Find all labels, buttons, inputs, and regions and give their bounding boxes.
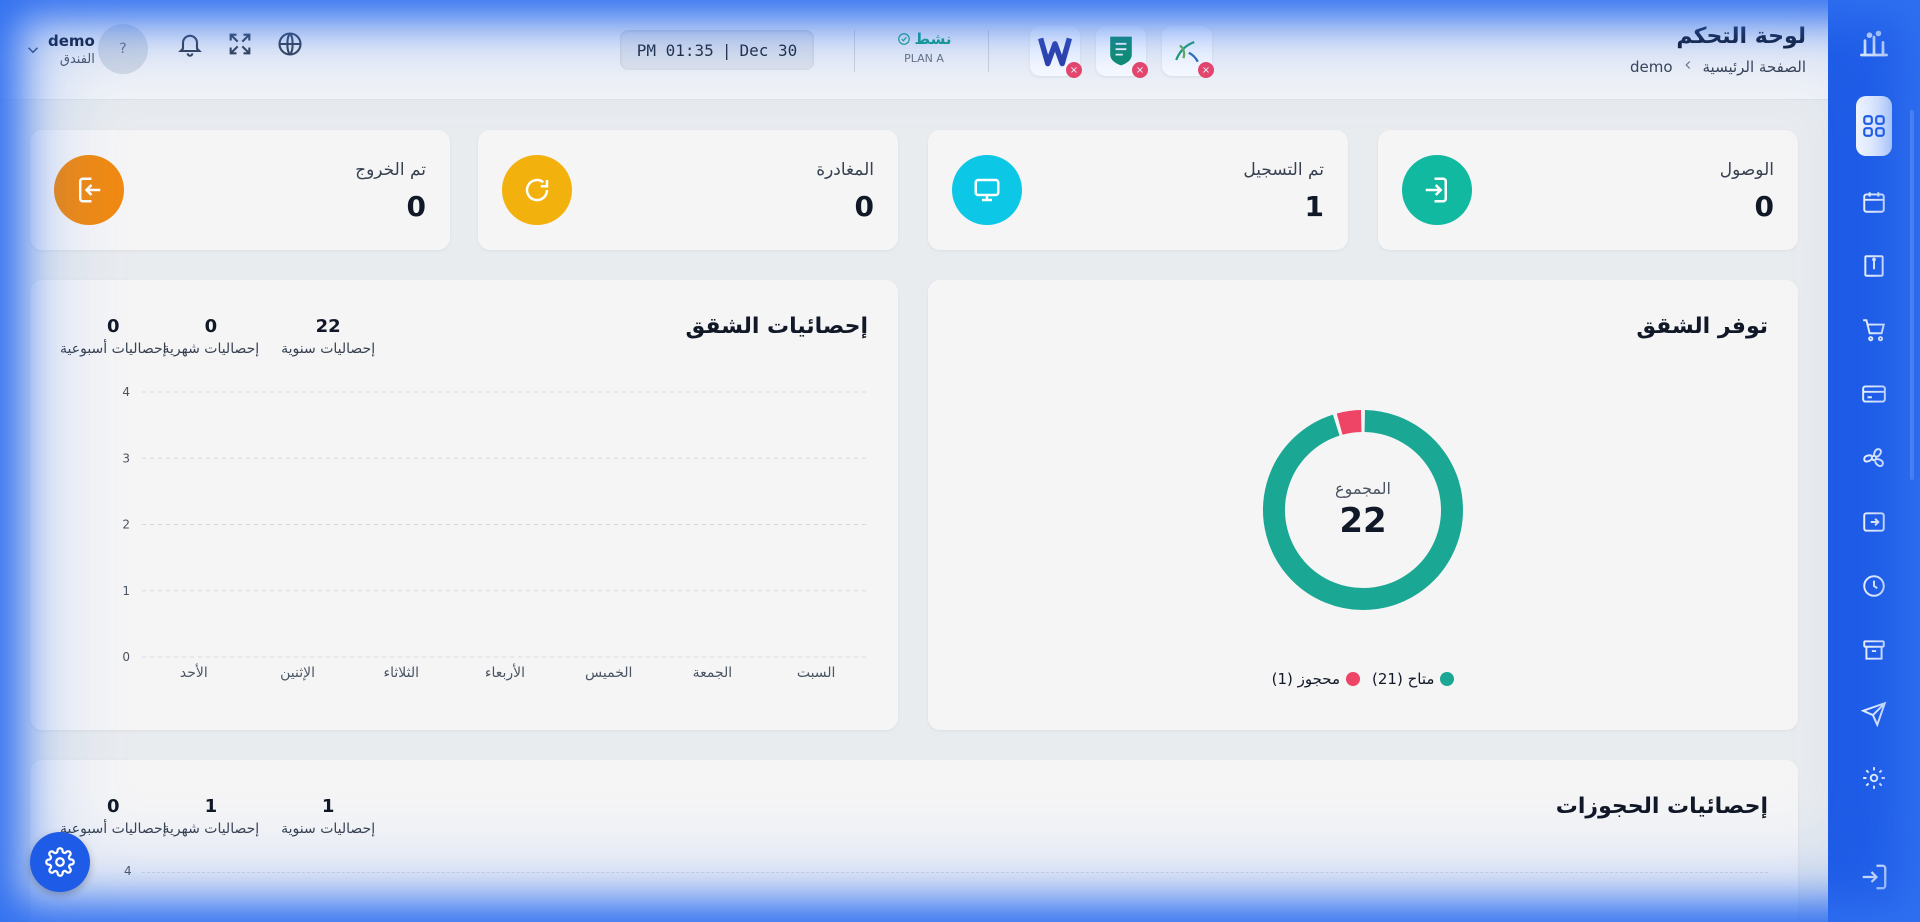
fullscreen-button[interactable] [226,30,254,58]
enter-screen-icon [1863,512,1885,532]
notifications-button[interactable] [176,30,204,58]
booking-mini-stats: 0 إحصاليات أسبوعية 1 إحصاليات شهرية 1 إح… [60,796,375,837]
legend-item-booked[interactable]: محجوز (1) [1272,670,1361,688]
send-icon [1861,701,1887,727]
y-tick-label: 4 [122,385,130,399]
plan-status: نشط PLAN A [895,30,953,65]
expand-icon [229,33,251,55]
sidebar-item-archive[interactable] [1856,632,1892,668]
app-icon-arabic[interactable]: × [1162,26,1214,78]
clock-display: PM 01:35 | Dec 30 [620,30,814,70]
booking-stats-card: إحصائيات الحجوزات 0 إحصاليات أسبوعية 1 إ… [30,760,1798,922]
cart-icon [1863,319,1885,342]
sidebar-item-send[interactable] [1856,696,1892,732]
monitor-icon [952,155,1022,225]
logout-icon [1862,864,1887,890]
x-tick-label: الخميس [585,665,632,681]
booking-y-tick: 4 [124,864,132,878]
user-role: الفندق [59,52,95,67]
app-icon-w[interactable]: × [1030,26,1082,78]
logout-button[interactable] [1859,862,1889,892]
booking-stats-title: إحصائيات الحجوزات [1555,794,1768,819]
disconnected-badge-icon: × [1066,62,1082,78]
user-name: demo [48,32,95,50]
x-tick-label: السبت [797,665,836,681]
sidebar-item-cart[interactable] [1856,312,1892,348]
sidebar [1828,0,1920,922]
door-icon [1864,255,1884,277]
app-launcher: × × × [1030,26,1214,78]
chevron-down-icon [27,46,39,53]
user-menu[interactable]: demo الفندق [24,32,95,67]
availability-card: توفر الشقق المجموع 22 متاح (21) محجوز (1) [928,280,1798,730]
y-tick-label: 1 [122,584,130,598]
donut-total-label: المجموع [1335,479,1391,499]
grid-icon [1863,115,1885,137]
booking-monthly-stat[interactable]: 1 إحصاليات شهرية [163,796,260,837]
x-tick-label: الإثنين [280,665,315,681]
settings-fab[interactable] [30,832,90,892]
sidebar-item-history[interactable] [1856,568,1892,604]
booking-yearly-stat[interactable]: 1 إحصاليات سنوية [281,796,375,837]
booking-weekly-stat[interactable]: 0 إحصاليات أسبوعية [60,796,167,837]
sidebar-item-calendar[interactable] [1856,184,1892,220]
sidebar-item-checkin[interactable] [1856,504,1892,540]
fan-icon [1863,448,1884,468]
calendar-icon [1863,192,1885,213]
check-circle-icon [897,33,910,45]
y-tick-label: 2 [122,518,130,532]
logout-icon [54,155,124,225]
archive-icon [1863,640,1885,660]
header-divider [988,30,989,72]
sidebar-item-payments[interactable] [1856,376,1892,412]
breadcrumb: الصفحة الرئيسية demo [1630,58,1806,76]
availability-legend: متاح (21) محجوز (1) [928,670,1798,688]
avatar[interactable]: ? [98,24,148,74]
app-icon-shield[interactable]: × [1096,26,1148,78]
stat-card-arrivals[interactable]: الوصول 0 [1378,130,1798,250]
sidebar-item-dashboard[interactable] [1856,96,1892,156]
credit-card-icon [1862,385,1886,403]
stat-card-departures[interactable]: المغادرة 0 [478,130,898,250]
booking-gridline [142,872,1768,873]
clock-icon [1863,575,1885,597]
header-actions [176,30,304,58]
apartment-bar-chart: 0 1 2 3 4 السبت الجمعة الخميس الأربعاء الثلاثاء ال… [122,385,868,681]
app-logo[interactable] [1854,26,1894,66]
bell-icon [178,34,202,57]
language-button[interactable] [276,30,304,58]
page-title: لوحة التحكم [1676,24,1806,49]
disconnected-badge-icon: × [1198,62,1214,78]
sidebar-item-rooms[interactable] [1856,248,1892,284]
top-header: لوحة التحكم الصفحة الرئيسية demo × × × ن… [0,0,1828,100]
login-icon [1402,155,1472,225]
sidebar-item-services[interactable] [1856,440,1892,476]
chevron-left-icon [1681,58,1695,76]
globe-icon [278,32,302,56]
sidebar-item-settings[interactable] [1856,760,1892,796]
x-tick-label: الثلاثاء [384,665,419,681]
x-tick-label: الجمعة [693,665,733,681]
breadcrumb-current: demo [1629,58,1673,76]
disconnected-badge-icon: × [1132,62,1148,78]
sidebar-scrollbar[interactable] [1910,110,1914,480]
donut-total-value: 22 [1339,501,1386,541]
breadcrumb-home[interactable]: الصفحة الرئيسية [1703,58,1807,76]
y-tick-label: 0 [122,650,130,664]
x-tick-label: الأحد [180,663,208,681]
gear-icon [45,847,75,877]
stat-card-checked-in[interactable]: تم التسجيل 1 [928,130,1348,250]
y-tick-label: 3 [122,451,130,465]
x-tick-label: الأربعاء [485,663,525,681]
gear-icon [1863,767,1885,789]
legend-item-available[interactable]: متاح (21) [1372,670,1455,688]
stat-card-checked-out[interactable]: تم الخروج 0 [30,130,450,250]
apartment-stats-card: إحصائيات الشقق 0 إحصاليات أسبوعية 0 إحصا… [30,280,898,730]
availability-donut-chart: المجموع22 [1263,410,1463,610]
header-divider [854,30,855,72]
donut-slice-1[interactable] [1336,410,1362,435]
refresh-icon [502,155,572,225]
